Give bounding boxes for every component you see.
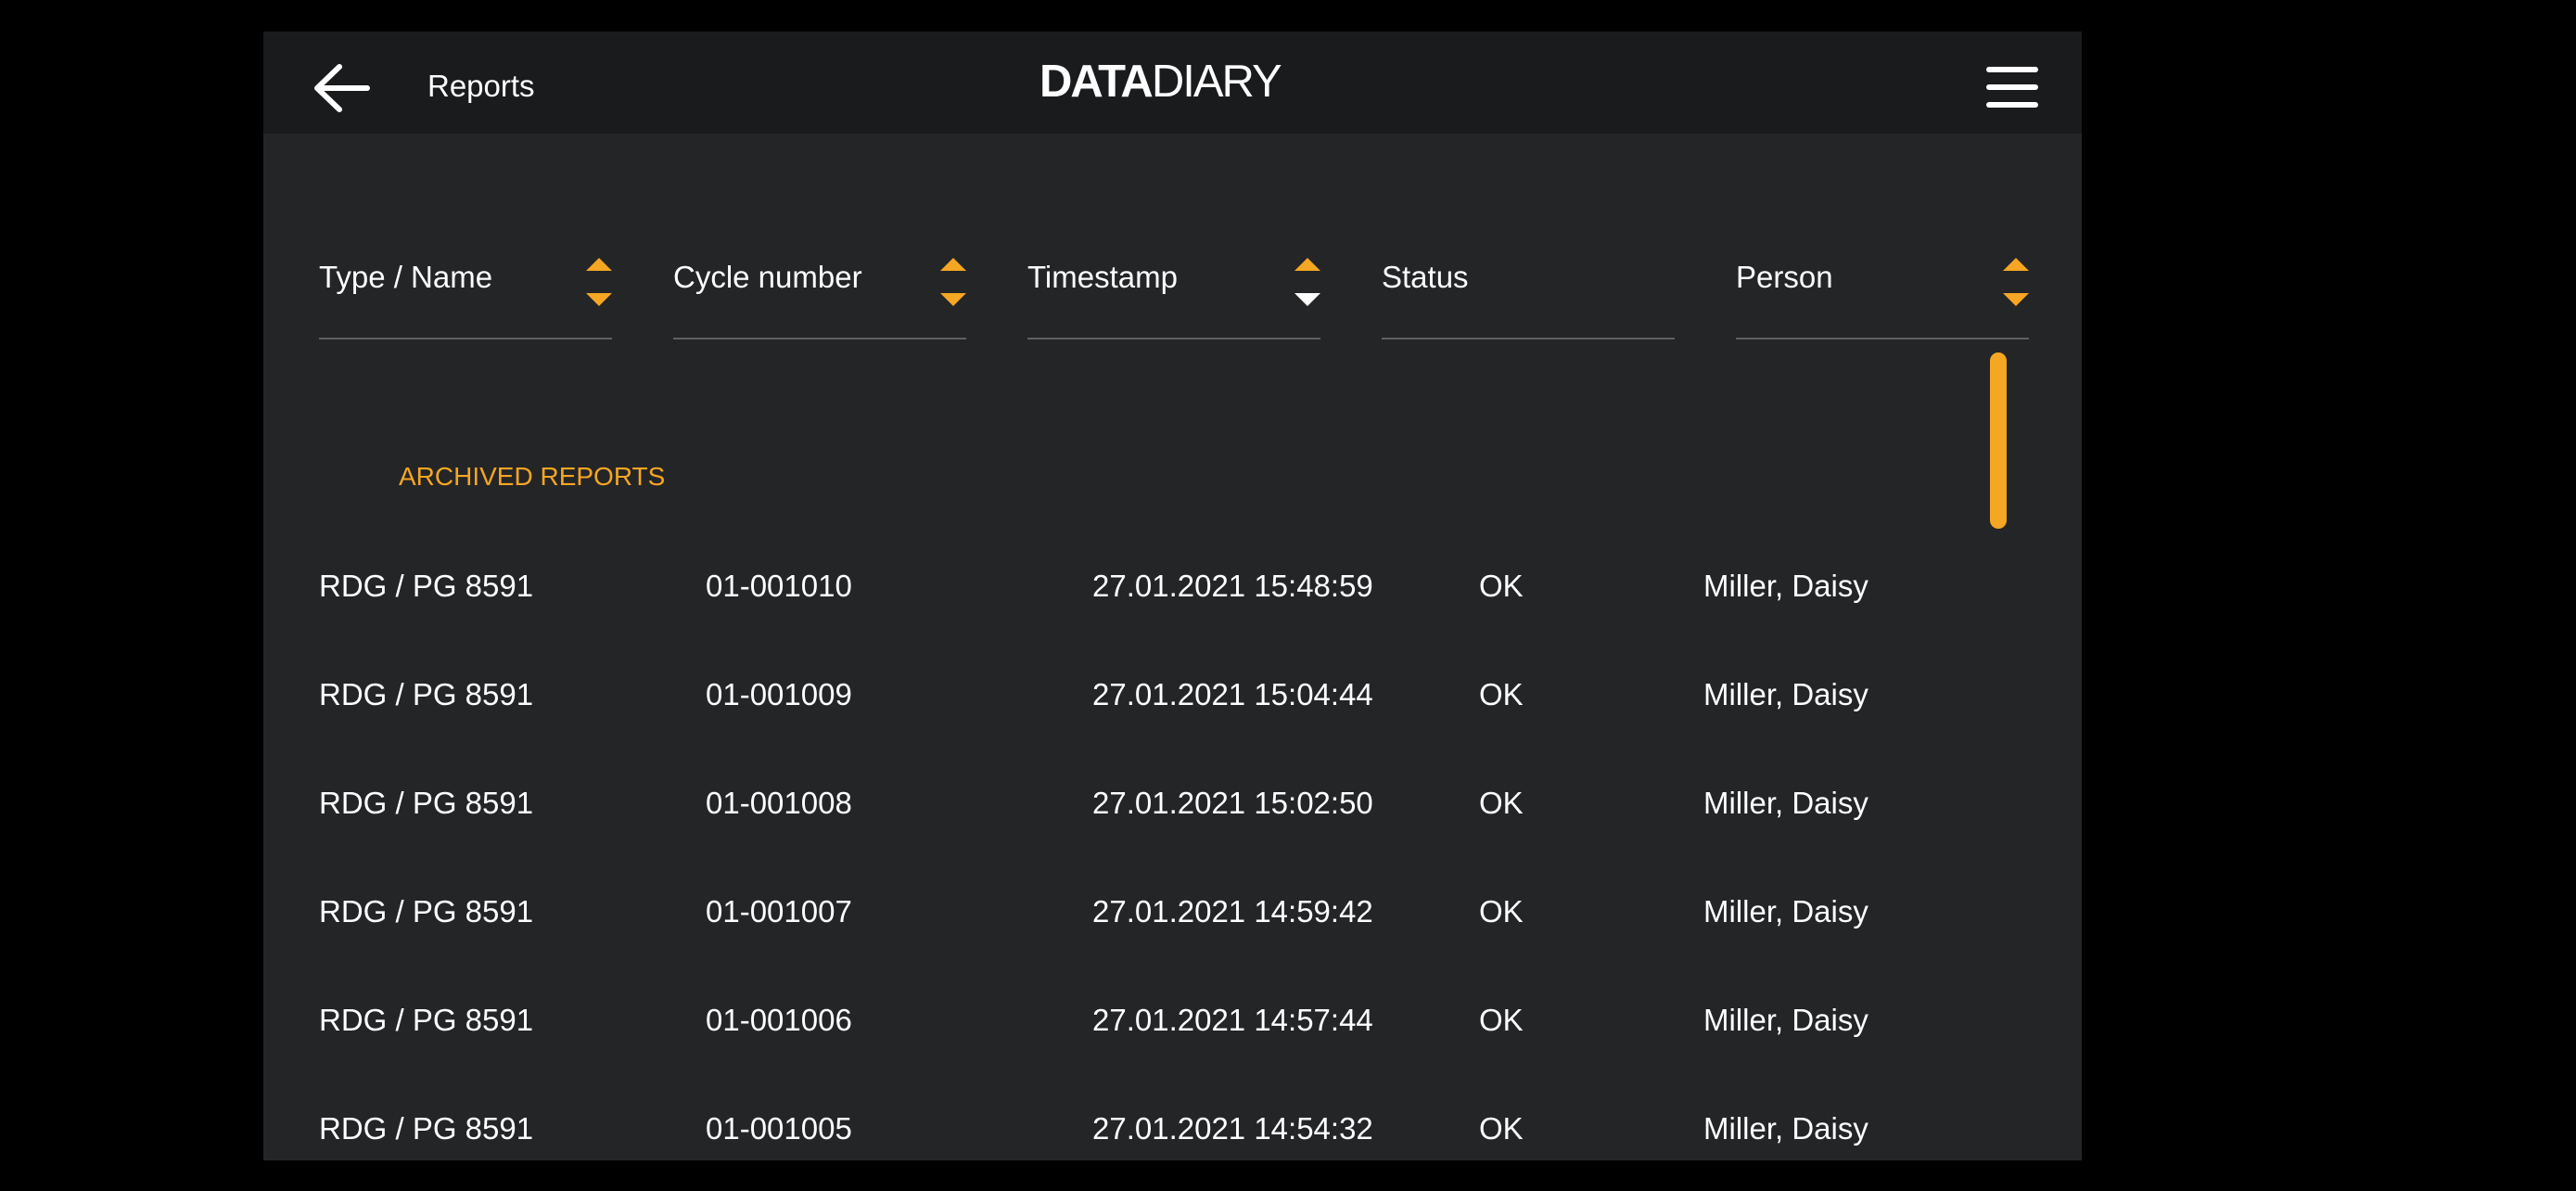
logo-light-text: DIARY bbox=[1151, 57, 1282, 107]
cell-person: Miller, Daisy bbox=[1703, 894, 1868, 928]
cell-status: OK bbox=[1479, 1111, 1524, 1146]
logo-strong-text: DATA bbox=[1039, 57, 1154, 107]
sort-descending-icon[interactable] bbox=[1294, 258, 1320, 310]
column-header-timestamp[interactable]: Timestamp bbox=[1027, 228, 1320, 339]
cell-type-name: RDG / PG 8591 bbox=[319, 1111, 534, 1146]
section-title-archived-reports: ARCHIVED REPORTS bbox=[399, 462, 666, 491]
sort-down-active-icon bbox=[1294, 293, 1320, 306]
cell-person: Miller, Daisy bbox=[1703, 569, 1868, 603]
back-button[interactable] bbox=[310, 59, 375, 117]
column-header-person[interactable]: Person bbox=[1736, 228, 2029, 339]
cell-status: OK bbox=[1479, 786, 1524, 820]
cell-timestamp: 27.01.2021 15:02:50 bbox=[1092, 786, 1373, 820]
cell-status: OK bbox=[1479, 677, 1524, 711]
sort-down-icon bbox=[586, 293, 612, 306]
column-header-cycle-number[interactable]: Cycle number bbox=[673, 228, 966, 339]
cell-timestamp: 27.01.2021 14:57:44 bbox=[1092, 1003, 1373, 1037]
app-logo: DATADIARY bbox=[1039, 57, 1282, 107]
cell-timestamp: 27.01.2021 14:59:42 bbox=[1092, 894, 1373, 928]
cell-cycle-number: 01-001009 bbox=[706, 677, 852, 711]
sort-both-icon[interactable] bbox=[586, 258, 612, 310]
page-title: Reports bbox=[427, 69, 535, 103]
column-header-label: Person bbox=[1736, 260, 1833, 294]
sort-down-icon bbox=[2003, 293, 2029, 306]
table-row[interactable]: RDG / PG 8591 01-001010 27.01.2021 15:48… bbox=[263, 538, 2082, 647]
column-header-status[interactable]: Status bbox=[1382, 228, 1675, 339]
cell-type-name: RDG / PG 8591 bbox=[319, 1003, 534, 1037]
sort-up-icon bbox=[2003, 258, 2029, 271]
cell-cycle-number: 01-001005 bbox=[706, 1111, 852, 1146]
table-row[interactable]: RDG / PG 8591 01-001006 27.01.2021 14:57… bbox=[263, 972, 2082, 1081]
cell-person: Miller, Daisy bbox=[1703, 1111, 1868, 1146]
cell-cycle-number: 01-001008 bbox=[706, 786, 852, 820]
cell-cycle-number: 01-001006 bbox=[706, 1003, 852, 1037]
column-header-label: Type / Name bbox=[319, 260, 493, 294]
cell-type-name: RDG / PG 8591 bbox=[319, 786, 534, 820]
table-row[interactable]: RDG / PG 8591 01-001008 27.01.2021 15:02… bbox=[263, 755, 2082, 864]
cell-person: Miller, Daisy bbox=[1703, 1003, 1868, 1037]
column-header-type-name[interactable]: Type / Name bbox=[319, 228, 612, 339]
cell-type-name: RDG / PG 8591 bbox=[319, 677, 534, 711]
sort-up-icon bbox=[1294, 258, 1320, 271]
table-row[interactable]: RDG / PG 8591 01-001009 27.01.2021 15:04… bbox=[263, 647, 2082, 755]
cell-status: OK bbox=[1479, 894, 1524, 928]
sort-up-icon bbox=[940, 258, 966, 271]
report-list: RDG / PG 8591 01-001010 27.01.2021 15:48… bbox=[263, 538, 2082, 1160]
column-header-label: Status bbox=[1382, 260, 1469, 294]
cell-timestamp: 27.01.2021 15:04:44 bbox=[1092, 677, 1373, 711]
cell-person: Miller, Daisy bbox=[1703, 677, 1868, 711]
table-row[interactable]: RDG / PG 8591 01-001005 27.01.2021 14:54… bbox=[263, 1081, 2082, 1160]
column-header-label: Cycle number bbox=[673, 260, 862, 294]
cell-status: OK bbox=[1479, 569, 1524, 603]
scrollbar-thumb[interactable] bbox=[1990, 352, 2007, 529]
cell-type-name: RDG / PG 8591 bbox=[319, 894, 534, 928]
reports-screen: Reports DATADIARY Type / Name Cycle numb… bbox=[263, 32, 2082, 1160]
column-header-label: Timestamp bbox=[1027, 260, 1178, 294]
sort-up-icon bbox=[586, 258, 612, 271]
menu-button[interactable] bbox=[1986, 67, 2038, 108]
cell-timestamp: 27.01.2021 15:48:59 bbox=[1092, 569, 1373, 603]
sort-both-icon[interactable] bbox=[940, 258, 966, 310]
sort-down-icon bbox=[940, 293, 966, 306]
cell-cycle-number: 01-001007 bbox=[706, 894, 852, 928]
cell-timestamp: 27.01.2021 14:54:32 bbox=[1092, 1111, 1373, 1146]
arrow-left-icon bbox=[314, 64, 370, 112]
cell-status: OK bbox=[1479, 1003, 1524, 1037]
top-bar: Reports DATADIARY bbox=[263, 32, 2082, 134]
table-row[interactable]: RDG / PG 8591 01-001007 27.01.2021 14:59… bbox=[263, 864, 2082, 972]
cell-person: Miller, Daisy bbox=[1703, 786, 1868, 820]
sort-both-icon[interactable] bbox=[2003, 258, 2029, 310]
cell-cycle-number: 01-001010 bbox=[706, 569, 852, 603]
cell-type-name: RDG / PG 8591 bbox=[319, 569, 534, 603]
